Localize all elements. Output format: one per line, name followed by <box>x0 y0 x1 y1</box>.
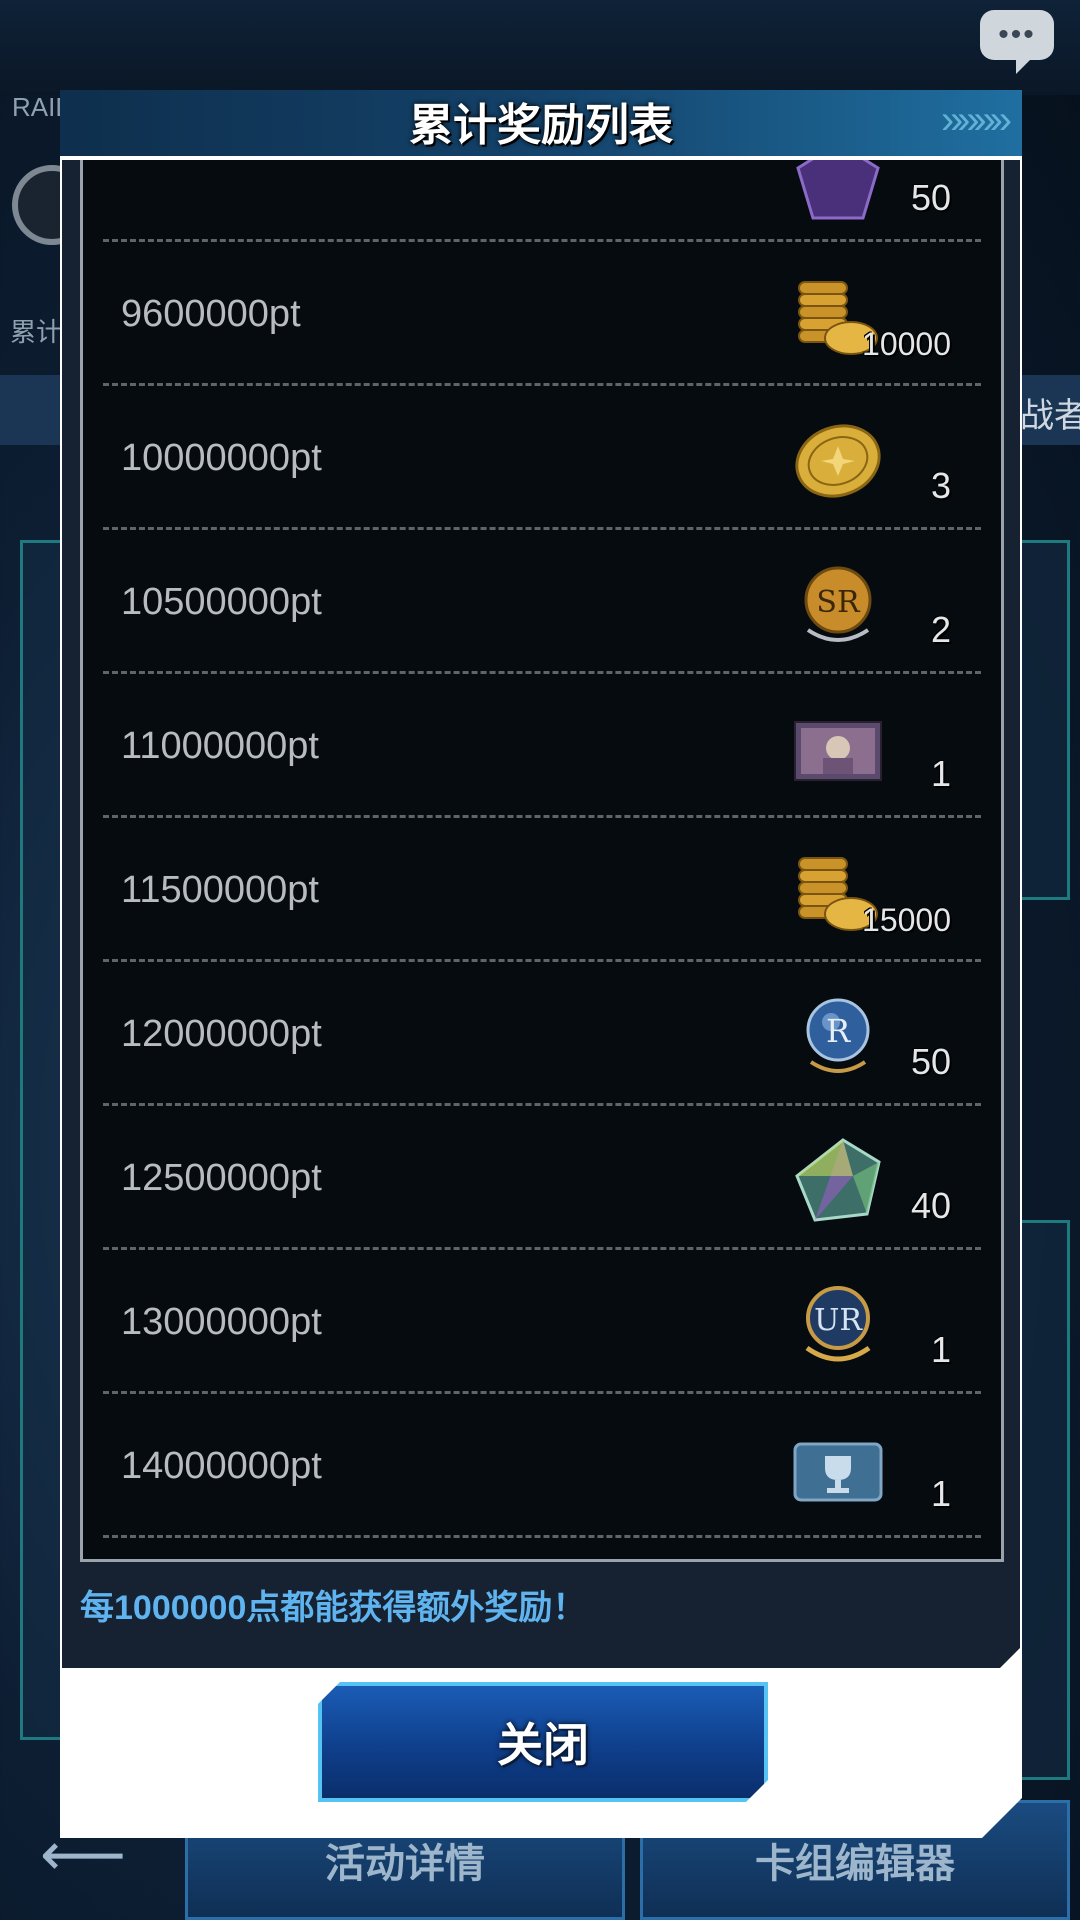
reward-list[interactable]: 50 9600000pt 10000 10000000pt 3 10500000… <box>80 160 1004 1562</box>
challenger-label: 战者 <box>1020 397 1080 435</box>
deck-editor-label: 卡组编辑器 <box>755 1842 955 1886</box>
reward-points: 9600000pt <box>121 293 301 335</box>
reward-points: 11500000pt <box>121 869 319 911</box>
reward-row: 12500000pt 40 <box>103 1106 981 1250</box>
reward-row: 14000000pt 1 <box>103 1394 981 1538</box>
trophy-ticket-icon <box>793 1424 883 1514</box>
gold-coin-icon <box>793 416 883 506</box>
reward-list-content: 50 9600000pt 10000 10000000pt 3 10500000… <box>103 160 981 1538</box>
reward-count: 15000 <box>862 902 951 938</box>
svg-text:R: R <box>826 1012 851 1050</box>
reward-points: 11000000pt <box>121 725 319 767</box>
gem-icon <box>793 1136 883 1226</box>
reward-row: 10500000pt SR 2 <box>103 530 981 674</box>
svg-text:SR: SR <box>816 585 861 620</box>
reward-count: 3 <box>930 465 951 506</box>
reward-count: 50 <box>910 177 951 218</box>
svg-text:UR: UR <box>814 1303 863 1338</box>
reward-points: 13000000pt <box>121 1301 322 1343</box>
reward-points: 10500000pt <box>121 581 322 623</box>
reward-points: 12000000pt <box>121 1013 322 1055</box>
r-orb-icon: R <box>793 992 883 1082</box>
reward-count: 2 <box>930 609 951 650</box>
reward-count: 1 <box>930 1329 951 1370</box>
reward-points: 14000000pt <box>121 1445 322 1487</box>
dialog-title: 累计奖励列表 <box>409 101 673 150</box>
close-button[interactable]: 关闭 <box>318 1682 768 1802</box>
bonus-note: 每1000000点都能获得额外奖励！ <box>80 1589 587 1627</box>
reward-count: 1 <box>930 753 951 794</box>
gem-icon <box>793 160 883 228</box>
reward-row: 13000000pt UR 1 <box>103 1250 981 1394</box>
reward-count: 40 <box>910 1185 951 1226</box>
chat-bubble-icon[interactable]: ••• <box>980 10 1054 74</box>
reward-row: 10000000pt 3 <box>103 386 981 530</box>
reward-row: 11000000pt 1 <box>103 674 981 818</box>
reward-row: 9600000pt 10000 <box>103 242 981 386</box>
reward-row-partial: 50 <box>103 160 981 242</box>
sr-ticket-icon: SR <box>793 560 883 650</box>
reward-list-dialog: 累计奖励列表 50 9600000pt <box>60 90 1022 1838</box>
reward-points: 12500000pt <box>121 1157 322 1199</box>
cumulative-label: 累计 <box>10 317 63 347</box>
reward-count: 1 <box>930 1473 951 1514</box>
reward-count: 50 <box>910 1041 951 1082</box>
reward-count: 10000 <box>862 326 951 362</box>
background-top-bar <box>0 0 1080 95</box>
card-art-icon <box>793 704 883 794</box>
close-button-label: 关闭 <box>497 1719 589 1771</box>
ur-ticket-icon: UR <box>793 1280 883 1370</box>
dialog-body: 50 9600000pt 10000 10000000pt 3 10500000… <box>62 160 1020 1668</box>
reward-row: 12000000pt R 50 <box>103 962 981 1106</box>
reward-row: 11500000pt 15000 <box>103 818 981 962</box>
reward-points: 10000000pt <box>121 437 322 479</box>
event-details-label: 活动详情 <box>325 1842 485 1886</box>
